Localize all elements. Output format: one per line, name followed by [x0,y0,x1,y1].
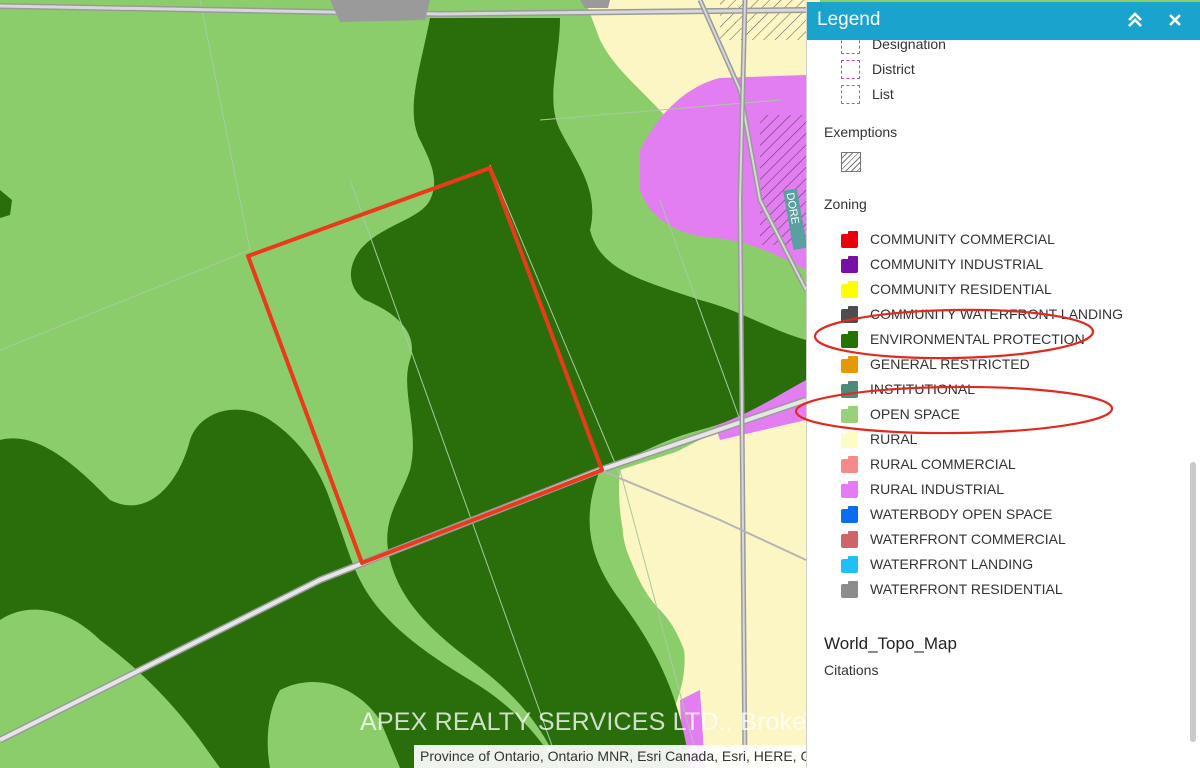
hatch-pattern-icon [841,152,861,172]
watermark: APEX REALTY SERVICES LTD., Brokerage [360,708,858,736]
legend-item-label: GENERAL RESTRICTED [870,356,1030,372]
dashed-outline-icon [841,84,860,104]
legend-item-zoning: INSTITUTIONAL [841,378,975,400]
legend-item-label: WATERFRONT LANDING [870,556,1034,572]
legend-item-zoning: RURAL COMMERCIAL [841,453,1016,475]
dashed-outline-icon [841,59,860,79]
legend-scrollbar[interactable] [1188,42,1198,768]
legend-item-label: INSTITUTIONAL [870,381,976,397]
folder-swatch-icon [841,480,858,498]
basemap-citations: Citations [824,662,879,678]
legend-item-zoning: WATERBODY OPEN SPACE [841,503,1052,525]
waterfront-residential-area [580,0,610,8]
legend-item-label: RURAL [870,431,918,447]
folder-swatch-icon [841,580,858,598]
close-icon[interactable] [1163,8,1187,32]
legend-item-label: WATERFRONT COMMERCIAL [870,531,1066,547]
legend-item-label: RURAL INDUSTRIAL [870,481,1005,497]
legend-item-zoning: COMMUNITY INDUSTRIAL [841,253,1043,275]
legend-item-label: COMMUNITY WATERFRONT LANDING [870,306,1124,322]
exemption-hatch [720,0,806,40]
legend-item-zoning: GENERAL RESTRICTED [841,353,1030,375]
legend-item-district: District [841,58,915,80]
legend-item-label: COMMUNITY RESIDENTIAL [870,281,1052,297]
folder-swatch-icon [841,505,858,523]
section-zoning: Zoning [824,196,867,212]
folder-swatch-icon [841,430,858,448]
folder-swatch-icon [841,255,858,273]
legend-item-designation: Designation [841,40,946,55]
waterfront-residential-area [330,0,430,22]
legend-item-zoning: WATERFRONT RESIDENTIAL [841,578,1063,600]
folder-swatch-icon [841,555,858,573]
map-attribution: Province of Ontario, Ontario MNR, Esri C… [414,745,806,768]
collapse-chevron-icon[interactable] [1123,8,1147,32]
basemap-title: World_Topo_Map [824,634,957,653]
legend-item-label: ENVIRONMENTAL PROTECTION [870,331,1085,347]
legend-item-zoning: COMMUNITY COMMERCIAL [841,228,1055,250]
folder-swatch-icon [841,230,858,248]
legend-item-zoning: COMMUNITY WATERFRONT LANDING [841,303,1123,325]
legend-item-label: COMMUNITY INDUSTRIAL [870,256,1044,272]
legend-item-zoning: ENVIRONMENTAL PROTECTION [841,328,1085,350]
folder-swatch-icon [841,355,858,373]
legend-item-list: List [841,83,894,105]
folder-swatch-icon [841,380,858,398]
folder-swatch-icon [841,455,858,473]
legend-item-label: RURAL COMMERCIAL [870,456,1016,472]
legend-item-label: OPEN SPACE [870,406,960,422]
legend-item-label: COMMUNITY COMMERCIAL [870,231,1055,247]
folder-swatch-icon [841,330,858,348]
dashed-outline-icon [841,40,860,54]
folder-swatch-icon [841,305,858,323]
legend-item-zoning: RURAL [841,428,917,450]
legend-panel: Legend Designation District List Exempti… [806,2,1200,768]
legend-item-zoning: COMMUNITY RESIDENTIAL [841,278,1052,300]
legend-item-zoning: RURAL INDUSTRIAL [841,478,1004,500]
legend-content[interactable]: Designation District List Exemptions Zon… [807,40,1187,768]
legend-header: Legend [807,2,1200,40]
legend-item-zoning: WATERFRONT LANDING [841,553,1033,575]
scrollbar-thumb[interactable] [1190,462,1196,742]
legend-item-zoning: WATERFRONT COMMERCIAL [841,528,1066,550]
legend-title: Legend [817,9,881,30]
section-exemptions: Exemptions [824,124,898,140]
legend-item-zoning: OPEN SPACE [841,403,960,425]
folder-swatch-icon [841,405,858,423]
folder-swatch-icon [841,530,858,548]
legend-item-label: WATERFRONT RESIDENTIAL [870,581,1063,597]
folder-swatch-icon [841,280,858,298]
legend-item-label: WATERBODY OPEN SPACE [870,506,1053,522]
